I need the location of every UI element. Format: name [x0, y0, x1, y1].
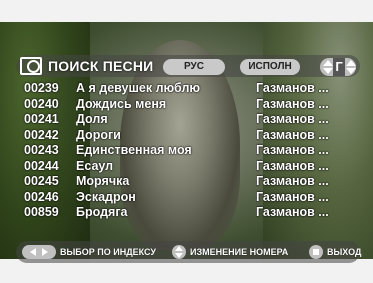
song-row[interactable]: 00859 Бродяга Газманов ... [24, 205, 354, 221]
index-select-hint: ВЫБОР ПО ИНДЕКСУ [60, 247, 156, 257]
arrow-down-icon[interactable] [323, 68, 333, 74]
arrow-down-icon[interactable] [346, 68, 356, 74]
song-list: 00239 А я девушек люблю Газманов ... 002… [24, 81, 354, 221]
song-row[interactable]: 00246 Эскадрон Газманов ... [24, 190, 354, 206]
song-number: 00246 [24, 189, 59, 204]
song-number: 00859 [24, 205, 59, 219]
song-row[interactable]: 00244 Есаул Газманов ... [24, 159, 354, 175]
song-artist: Газманов ... [256, 205, 329, 219]
song-title: Бродяга [76, 205, 128, 219]
exit-hint: ВЫХОД [327, 247, 362, 257]
song-title: Единственная моя [76, 143, 192, 157]
arrow-up-icon[interactable] [323, 60, 333, 66]
letter-selector[interactable]: Г [320, 58, 356, 76]
song-row[interactable]: 00240 Дождись меня Газманов ... [24, 97, 354, 113]
song-number: 00242 [24, 127, 59, 142]
song-artist: Газманов ... [256, 189, 329, 204]
song-title: Дороги [76, 127, 121, 142]
song-number: 00241 [24, 112, 59, 126]
song-row[interactable]: 00245 Морячка Газманов ... [24, 174, 354, 190]
song-artist: Газманов ... [256, 96, 329, 111]
song-title: Морячка [76, 174, 130, 188]
song-number: 00239 [24, 81, 59, 95]
song-number: 00240 [24, 96, 59, 111]
change-number-hint: ИЗМЕНЕНИЕ НОМЕРА [190, 247, 289, 257]
song-title: Дождись меня [76, 96, 167, 111]
song-title: Эскадрон [76, 189, 136, 204]
song-search-icon [20, 57, 42, 75]
song-row[interactable]: 00242 Дороги Газманов ... [24, 128, 354, 144]
song-title: Есаул [76, 158, 114, 173]
song-artist: Газманов ... [256, 112, 329, 126]
song-title: А я девушек люблю [76, 81, 201, 95]
frame-top [0, 0, 373, 22]
tv-screen: ПОИСК ПЕСНИ РУС ИСПОЛН Г 00239 А я девуш… [0, 0, 373, 283]
song-number: 00243 [24, 143, 59, 157]
song-artist: Газманов ... [256, 127, 329, 142]
page-title: ПОИСК ПЕСНИ [48, 58, 154, 74]
song-row[interactable]: 00239 А я девушек люблю Газманов ... [24, 81, 354, 97]
song-title: Доля [76, 112, 108, 126]
up-down-arrows-icon[interactable] [172, 245, 186, 259]
letter-value: Г [333, 58, 345, 76]
song-artist: Газманов ... [256, 174, 329, 188]
artist-button[interactable]: ИСПОЛН [240, 59, 300, 75]
language-button[interactable]: РУС [163, 59, 225, 75]
arrow-up-icon[interactable] [346, 60, 356, 66]
song-row[interactable]: 00243 Единственная моя Газманов ... [24, 143, 354, 159]
song-row[interactable]: 00241 Доля Газманов ... [24, 112, 354, 128]
exit-button-icon[interactable] [309, 245, 323, 259]
song-artist: Газманов ... [256, 81, 329, 95]
left-right-arrows-icon[interactable] [22, 245, 56, 259]
song-artist: Газманов ... [256, 158, 329, 173]
song-number: 00244 [24, 158, 59, 173]
song-number: 00245 [24, 174, 59, 188]
song-artist: Газманов ... [256, 143, 329, 157]
